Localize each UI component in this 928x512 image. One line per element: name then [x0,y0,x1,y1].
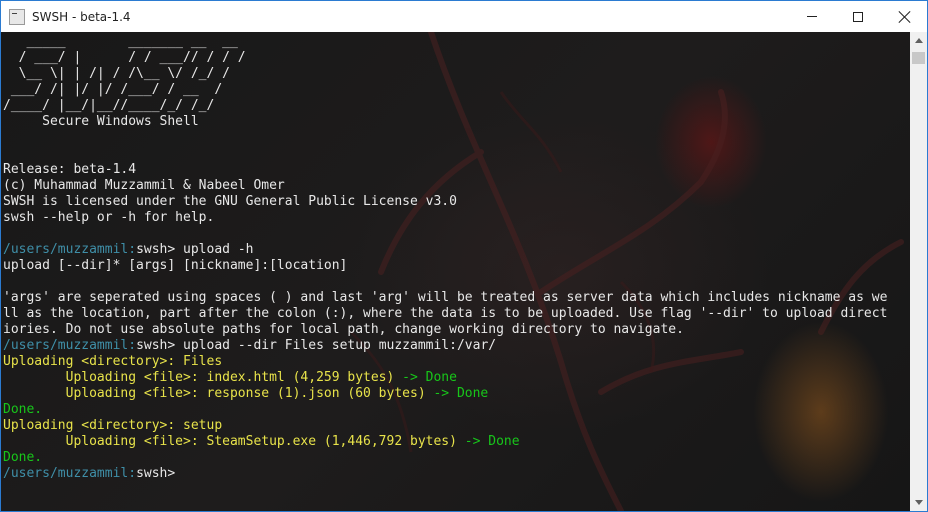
banner-line: / ___/ | / / ___// / / / [3,50,246,65]
minimize-button[interactable] [789,1,835,32]
description-line: iories. Do not use absolute paths for lo… [3,322,684,337]
window-title: SWSH - beta-1.4 [32,9,131,24]
close-button[interactable] [881,1,927,32]
close-icon [897,10,911,24]
upload-file-line: Uploading <file>: index.html (4,259 byte… [3,370,887,386]
prompt-path: /users/muzzammil: [3,242,137,257]
banner-line: \__ \| | /| / /\__ \/ /_/ / [3,66,230,81]
banner-line: /____/ |__/|__//____/_/ /_/ [3,98,215,113]
upload-file-line: Uploading <file>: SteamSetup.exe (1,446,… [3,434,887,450]
maximize-button[interactable] [835,1,881,32]
description-line: ll as the location, part after the colon… [3,306,888,321]
console-window: SWSH - beta-1.4 _____ _______ __ __ / __… [0,0,928,512]
license-line: SWSH is licensed under the GNU General P… [3,194,457,209]
prompt-name: swsh> [136,338,176,353]
prompt-name: swsh> [136,466,176,481]
scroll-down-arrow-icon [914,500,923,505]
prompt-path: /users/muzzammil: [3,338,137,353]
prompt-line: /users/muzzammil:swsh> upload -h [3,242,887,258]
vertical-scrollbar[interactable] [910,32,927,511]
scroll-up-arrow-icon [914,38,923,43]
upload-file-text: Uploading <file>: response (1).json (60 … [3,386,426,401]
maximize-icon [853,11,863,22]
title-bar[interactable]: SWSH - beta-1.4 [1,1,927,32]
console-icon [9,8,25,25]
banner-line: _____ _______ __ __ [3,34,238,49]
done-line: Done. [3,450,43,465]
copyright-line: (c) Muhammad Muzzammil & Nabeel Omer [3,178,285,193]
release-line: Release: beta-1.4 [3,162,137,177]
prompt-line[interactable]: /users/muzzammil:swsh> [3,466,887,482]
scroll-up-button[interactable] [910,32,927,49]
done-line: Done. [3,402,43,417]
description-line: 'args' are seperated using spaces ( ) an… [3,290,888,305]
banner-line: ___/ /| |/ |/ /___/ / __ / [3,82,223,97]
upload-directory-line: Uploading <directory>: setup [3,418,223,433]
command-text: upload -h [175,242,254,257]
command-text: upload --dir Files setup muzzammil:/var/ [175,338,497,353]
scroll-down-button[interactable] [910,494,927,511]
minimize-icon [807,16,817,17]
upload-status: -> Done [394,370,457,385]
scrollbar-thumb[interactable] [912,52,925,64]
prompt-name: swsh> [136,242,176,257]
upload-status: -> Done [456,434,520,449]
upload-directory-line: Uploading <directory>: Files [3,354,223,369]
banner-tagline: Secure Windows Shell [3,114,199,129]
help-hint-line: swsh --help or -h for help. [3,210,215,225]
prompt-path: /users/muzzammil: [3,466,137,481]
upload-file-line: Uploading <file>: response (1).json (60 … [3,386,887,402]
upload-file-text: Uploading <file>: index.html (4,259 byte… [3,370,395,385]
terminal-area[interactable]: _____ _______ __ __ / ___/ | / / ___// /… [1,32,910,511]
usage-line: upload [--dir]* [args] [nickname]:[locat… [3,258,348,273]
prompt-line: /users/muzzammil:swsh> upload --dir File… [3,338,887,354]
terminal-output: _____ _______ __ __ / ___/ | / / ___// /… [3,34,887,482]
upload-status: -> Done [425,386,489,401]
window-controls [789,1,927,32]
upload-file-text: Uploading <file>: SteamSetup.exe (1,446,… [3,434,457,449]
